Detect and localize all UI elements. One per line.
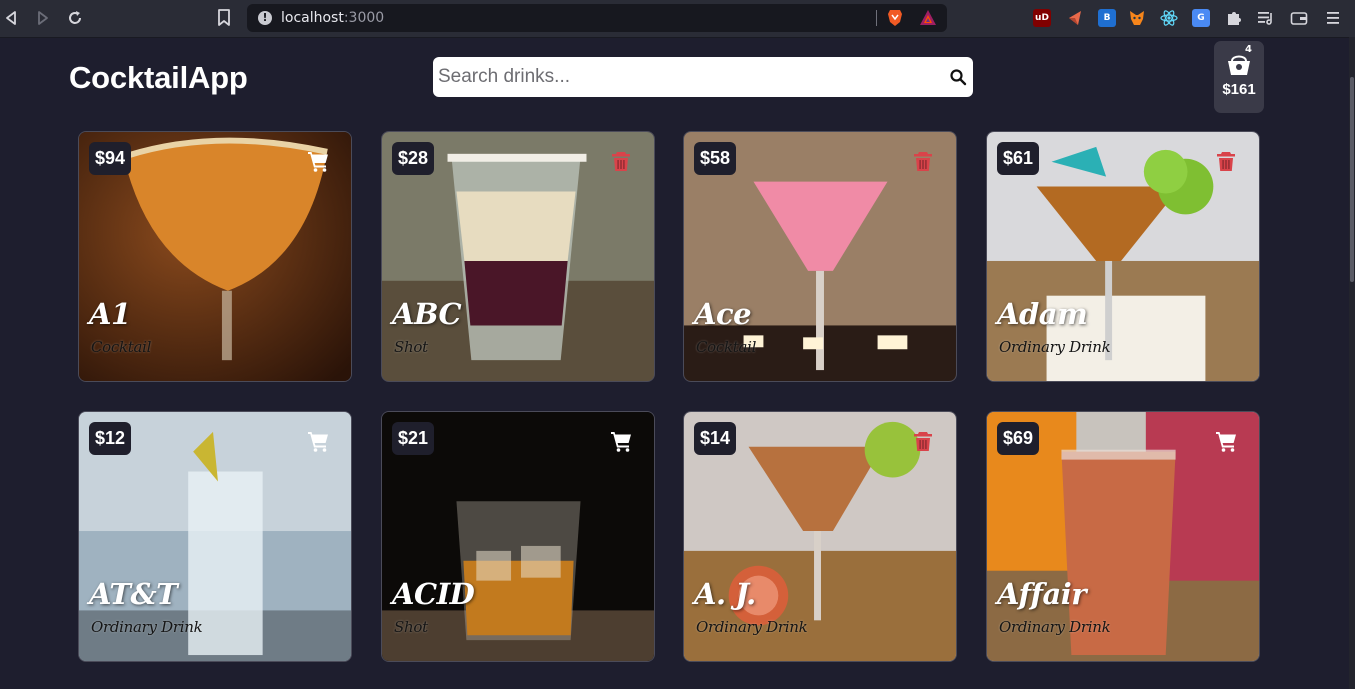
- drink-card[interactable]: $28 ABC Shot: [381, 131, 655, 382]
- price-badge: $14: [694, 422, 737, 455]
- google-translate-icon[interactable]: G: [1192, 9, 1210, 27]
- drink-category: Cocktail: [696, 338, 757, 356]
- price-badge: $12: [89, 422, 132, 455]
- trash-icon[interactable]: [1215, 150, 1237, 172]
- drink-category: Cocktail: [91, 338, 152, 356]
- drink-name: A. J.: [694, 577, 756, 611]
- bookmark-icon[interactable]: [217, 9, 231, 27]
- cart-summary-button[interactable]: 4 $161: [1214, 41, 1264, 113]
- price-badge: $58: [694, 142, 737, 175]
- ublock-extension-icon[interactable]: uD: [1033, 9, 1051, 27]
- cart-count-badge: 4: [1245, 44, 1252, 55]
- cart-total: $161: [1222, 81, 1256, 98]
- drink-name: ACID: [392, 577, 475, 611]
- address-divider: [876, 10, 877, 26]
- drink-name: A1: [89, 297, 131, 331]
- drink-name: Ace: [694, 297, 752, 331]
- reload-icon[interactable]: [65, 8, 85, 28]
- drink-category: Ordinary Drink: [999, 338, 1111, 356]
- back-icon[interactable]: [2, 8, 22, 28]
- drink-name: Adam: [997, 297, 1088, 331]
- trash-icon[interactable]: [610, 150, 632, 172]
- cart-icon[interactable]: [610, 430, 632, 452]
- bitwarden-extension-icon[interactable]: B: [1098, 9, 1116, 27]
- address-bar[interactable]: ! localhost:3000: [247, 4, 947, 32]
- drink-card[interactable]: $14 A. J. Ordinary Drink: [683, 411, 957, 662]
- forward-icon[interactable]: [32, 8, 52, 28]
- extension-arrow-icon[interactable]: [1066, 9, 1084, 27]
- trash-icon[interactable]: [912, 150, 934, 172]
- drink-card[interactable]: $94 A1 Cocktail: [78, 131, 352, 382]
- page-scrollbar[interactable]: [1349, 37, 1355, 689]
- brave-rewards-icon[interactable]: [919, 9, 937, 27]
- url-text: localhost:3000: [281, 10, 385, 26]
- drink-category: Ordinary Drink: [696, 618, 808, 636]
- drink-card[interactable]: $21 ACID Shot: [381, 411, 655, 662]
- price-badge: $61: [997, 142, 1040, 175]
- browser-toolbar: ! localhost:3000 uD B G: [0, 0, 1355, 38]
- search-input[interactable]: [433, 57, 938, 97]
- extensions-puzzle-icon[interactable]: [1225, 9, 1243, 27]
- drink-name: ABC: [392, 297, 462, 331]
- price-badge: $94: [89, 142, 132, 175]
- react-devtools-icon[interactable]: [1160, 9, 1178, 27]
- cart-icon[interactable]: [307, 430, 329, 452]
- drink-category: Ordinary Drink: [91, 618, 203, 636]
- cart-icon[interactable]: [307, 150, 329, 172]
- site-info-icon[interactable]: !: [258, 11, 272, 25]
- brave-shields-icon[interactable]: [887, 9, 903, 27]
- drink-card[interactable]: $61 Adam Ordinary Drink: [986, 131, 1260, 382]
- app-logo[interactable]: CocktailApp: [69, 60, 248, 96]
- search-icon[interactable]: [949, 68, 967, 86]
- drink-category: Ordinary Drink: [999, 618, 1111, 636]
- metamask-extension-icon[interactable]: [1128, 9, 1146, 27]
- drink-category: Shot: [394, 338, 428, 356]
- price-badge: $21: [392, 422, 435, 455]
- scrollbar-thumb[interactable]: [1350, 77, 1354, 282]
- drink-category: Shot: [394, 618, 428, 636]
- drink-card[interactable]: $69 Affair Ordinary Drink: [986, 411, 1260, 662]
- menu-icon[interactable]: [1324, 9, 1342, 27]
- price-badge: $28: [392, 142, 435, 175]
- drink-name: Affair: [997, 577, 1087, 611]
- cart-icon[interactable]: [1215, 430, 1237, 452]
- drink-card[interactable]: $12 AT&T Ordinary Drink: [78, 411, 352, 662]
- playlist-icon[interactable]: [1257, 9, 1275, 27]
- price-badge: $69: [997, 422, 1040, 455]
- trash-icon[interactable]: [912, 430, 934, 452]
- basket-icon: [1228, 55, 1250, 75]
- drink-name: AT&T: [89, 577, 178, 611]
- drink-card[interactable]: $58 Ace Cocktail: [683, 131, 957, 382]
- wallet-icon[interactable]: [1290, 9, 1308, 27]
- search-bar: [433, 57, 973, 97]
